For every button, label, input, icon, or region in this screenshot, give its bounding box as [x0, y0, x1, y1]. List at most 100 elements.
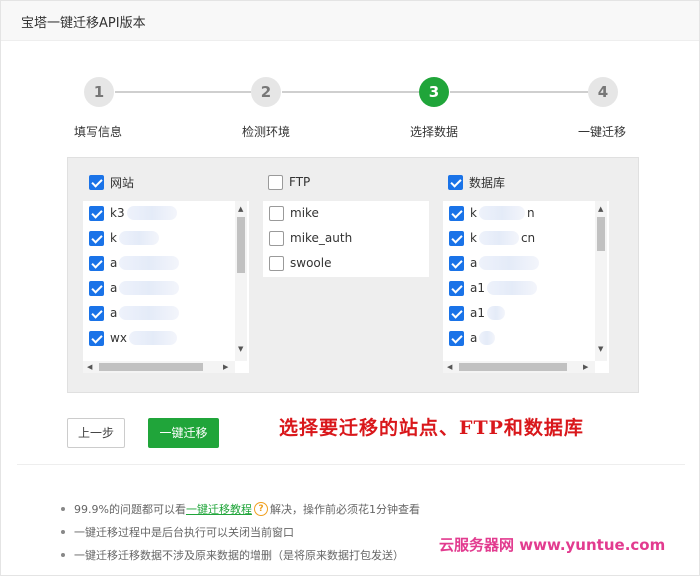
database-name: k: [470, 231, 477, 245]
checkbox-icon[interactable]: [269, 205, 284, 221]
tutorial-link[interactable]: 一键迁移教程: [186, 501, 252, 517]
database-name: a: [470, 331, 478, 345]
scroll-right-icon[interactable]: ▶: [583, 363, 588, 371]
dialog-title: 宝塔一键迁移API版本: [21, 16, 146, 31]
ftp-name: swoole: [290, 256, 332, 270]
scroll-up-icon[interactable]: ▲: [598, 205, 603, 213]
scroll-down-icon[interactable]: ▼: [598, 345, 603, 353]
databases-select-all[interactable]: 数据库: [448, 173, 505, 191]
scrollbar-thumb[interactable]: [99, 363, 203, 371]
site-item[interactable]: a: [89, 304, 180, 322]
site-item[interactable]: k: [89, 229, 159, 247]
sites-horizontal-scrollbar[interactable]: ◀ ▶: [83, 361, 235, 373]
database-name-suffix: n: [526, 206, 535, 220]
scrollbar-thumb[interactable]: [597, 217, 605, 251]
step-1-circle: 1: [84, 77, 114, 107]
database-item[interactable]: k cn: [449, 229, 535, 247]
ftp-item[interactable]: swoole: [269, 254, 331, 272]
bullet-icon: [61, 553, 65, 557]
ftp-select-all[interactable]: FTP: [268, 173, 310, 191]
checkbox-icon[interactable]: [448, 174, 463, 190]
checkbox-icon[interactable]: [269, 255, 284, 271]
site-item[interactable]: k3: [89, 204, 177, 222]
site-name: k3: [110, 206, 125, 220]
redacted-text: [119, 306, 180, 320]
checkbox-icon[interactable]: [449, 255, 464, 271]
watermark: 云服务器网 www.yuntue.com: [439, 536, 666, 554]
previous-step-button[interactable]: 上一步: [67, 418, 125, 448]
checkbox-icon[interactable]: [89, 280, 104, 296]
database-item[interactable]: a1: [449, 304, 505, 322]
step-connector: [115, 91, 251, 93]
databases-header-label: 数据库: [469, 175, 506, 190]
database-item[interactable]: a: [449, 329, 496, 347]
databases-vertical-scrollbar[interactable]: ▲ ▼: [595, 201, 607, 361]
scroll-left-icon[interactable]: ◀: [87, 363, 92, 371]
migration-dialog: 宝塔一键迁移API版本 1 2 3 4 填写信息 检测环境 选择数据 一键迁移 …: [0, 0, 700, 576]
note-item: 99.9%的问题都可以看 一键迁移教程 ? 解决，操作前必须花1分钟查看: [61, 501, 420, 517]
ftp-header-label: FTP: [289, 175, 311, 189]
checkbox-icon[interactable]: [449, 205, 464, 221]
site-item[interactable]: a: [89, 279, 180, 297]
step-4-label: 一键迁移: [578, 125, 627, 139]
annotation-text: 选择要迁移的站点、FTP和数据库: [279, 417, 584, 439]
step-3-circle: 3: [419, 77, 449, 107]
checkbox-icon[interactable]: [449, 280, 464, 296]
sites-list: k3 k a a a wx ▲ ▼ ◀ ▶: [83, 201, 249, 373]
database-name: a1: [470, 306, 485, 320]
database-name: k: [470, 206, 477, 220]
site-name: wx: [110, 331, 127, 345]
question-circle-icon[interactable]: ?: [253, 502, 268, 516]
title-bar: 宝塔一键迁移API版本: [1, 1, 699, 41]
checkbox-icon[interactable]: [449, 230, 464, 246]
checkbox-icon[interactable]: [89, 305, 104, 321]
checkbox-icon[interactable]: [269, 230, 284, 246]
checkbox-icon[interactable]: [449, 305, 464, 321]
site-item[interactable]: wx: [89, 329, 177, 347]
redacted-text: [479, 331, 496, 345]
note-text: 一键迁移过程中是后台执行可以关闭当前窗口: [74, 526, 294, 539]
databases-horizontal-scrollbar[interactable]: ◀ ▶: [443, 361, 595, 373]
scrollbar-thumb[interactable]: [459, 363, 567, 371]
checkbox-icon[interactable]: [449, 330, 464, 346]
site-name: a: [110, 256, 118, 270]
scrollbar-thumb[interactable]: [237, 217, 245, 273]
ftp-item[interactable]: mike_auth: [269, 229, 352, 247]
note-text: 解决，操作前必须花1分钟查看: [269, 503, 420, 516]
scroll-up-icon[interactable]: ▲: [238, 205, 243, 213]
ftp-item[interactable]: mike: [269, 204, 319, 222]
site-name: a: [110, 306, 118, 320]
step-connector: [282, 91, 420, 93]
redacted-text: [119, 256, 180, 270]
sites-select-all[interactable]: 网站: [89, 173, 134, 191]
ftp-name: mike_auth: [290, 231, 353, 245]
ftp-name: mike: [290, 206, 319, 220]
site-item[interactable]: a: [89, 254, 180, 272]
checkbox-icon[interactable]: [268, 174, 283, 190]
scroll-left-icon[interactable]: ◀: [447, 363, 452, 371]
ftp-list: mike mike_auth swoole: [263, 201, 429, 277]
checkbox-icon[interactable]: [89, 330, 104, 346]
step-2-label: 检测环境: [242, 125, 291, 139]
sites-header-label: 网站: [110, 175, 135, 190]
database-item[interactable]: k n: [449, 204, 535, 222]
redacted-text: [487, 306, 505, 320]
scroll-down-icon[interactable]: ▼: [238, 345, 243, 353]
checkbox-icon[interactable]: [89, 255, 104, 271]
scroll-right-icon[interactable]: ▶: [223, 363, 228, 371]
checkbox-icon[interactable]: [89, 230, 104, 246]
database-item[interactable]: a1: [449, 279, 537, 297]
database-item[interactable]: a: [449, 254, 540, 272]
redacted-text: [118, 231, 159, 245]
sites-vertical-scrollbar[interactable]: ▲ ▼: [235, 201, 247, 361]
divider: [17, 464, 685, 465]
checkbox-icon[interactable]: [89, 174, 104, 190]
one-click-migrate-button[interactable]: 一键迁移: [148, 418, 219, 448]
note-item: 一键迁移过程中是后台执行可以关闭当前窗口: [61, 524, 294, 540]
redacted-text: [478, 231, 519, 245]
note-text: 一键迁移迁移数据不涉及原来数据的增删（是将原来数据打包发送）: [74, 549, 404, 562]
checkbox-icon[interactable]: [89, 205, 104, 221]
redacted-text: [478, 206, 525, 220]
note-item: 一键迁移迁移数据不涉及原来数据的增删（是将原来数据打包发送）: [61, 547, 404, 563]
redacted-text: [487, 281, 537, 295]
